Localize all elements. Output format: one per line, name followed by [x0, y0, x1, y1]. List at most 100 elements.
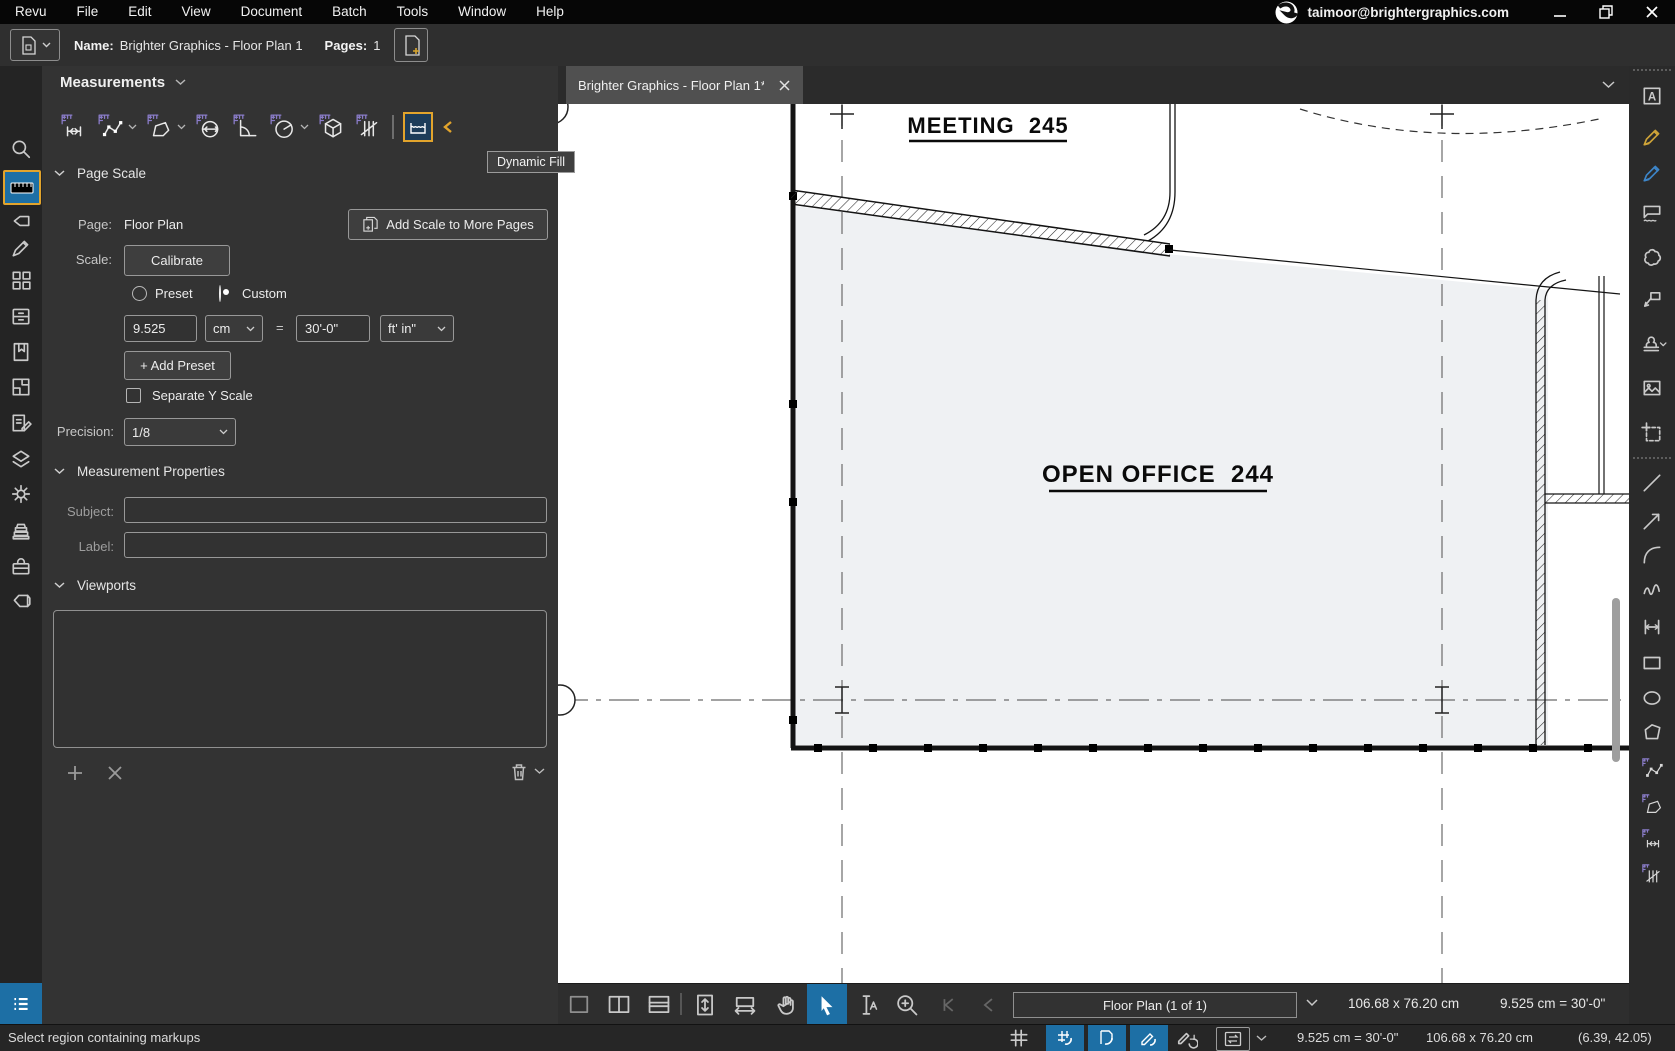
scale-from-input[interactable]	[124, 315, 197, 342]
measurement-properties-section-header[interactable]: Measurement Properties	[54, 464, 225, 479]
ellipse-tool-icon[interactable]	[1641, 687, 1663, 709]
custom-radio-label[interactable]: Custom	[242, 286, 287, 301]
angle-tool-icon[interactable]	[232, 113, 260, 141]
snap-to-content-toggle[interactable]	[1088, 1025, 1126, 1051]
split-vertical-icon[interactable]	[606, 992, 632, 1018]
label-input[interactable]	[124, 532, 547, 558]
grid-toggle-icon[interactable]	[1008, 1027, 1030, 1049]
area-tool-icon[interactable]	[146, 113, 174, 141]
menu-help[interactable]: Help	[521, 0, 579, 24]
delete-options-chevron-icon[interactable]	[534, 768, 545, 775]
viewports-list[interactable]	[53, 610, 547, 748]
image-tool-icon[interactable]	[1641, 377, 1663, 399]
viewports-section-header[interactable]: Viewports	[54, 578, 136, 593]
tool-chest-tab-icon[interactable]	[10, 519, 32, 541]
split-horizontal-icon[interactable]	[646, 992, 672, 1018]
thumbnails-tab-icon[interactable]	[10, 269, 32, 291]
pan-hand-icon[interactable]	[774, 992, 800, 1018]
sets-tab-icon[interactable]	[10, 591, 32, 613]
swap-options-chevron-icon[interactable]	[1256, 1035, 1267, 1042]
zoom-tool-icon[interactable]	[894, 992, 920, 1018]
layers-tab-icon[interactable]	[10, 448, 32, 470]
preset-radio-label[interactable]: Preset	[155, 286, 193, 301]
snap-to-grid-toggle[interactable]	[1046, 1025, 1084, 1051]
count-measure-icon[interactable]	[1641, 863, 1663, 885]
dimension-tool-icon[interactable]	[1641, 616, 1663, 638]
markup-tools-icon[interactable]	[10, 237, 32, 259]
menu-edit[interactable]: Edit	[113, 0, 166, 24]
page-scale-section-header[interactable]: Page Scale	[54, 166, 146, 181]
polylength-dropdown-chevron-icon[interactable]	[128, 124, 137, 130]
pen-tool-blue-icon[interactable]	[1641, 162, 1663, 184]
separate-y-scale-checkbox[interactable]	[126, 388, 141, 403]
select-text-icon[interactable]	[854, 992, 880, 1018]
menu-revu[interactable]: Revu	[0, 0, 62, 24]
collapse-toolbar-icon[interactable]	[442, 120, 454, 134]
properties-tab-icon[interactable]	[10, 210, 32, 232]
document-selector-button[interactable]	[10, 29, 60, 61]
markups-list-tab-icon[interactable]	[10, 412, 32, 434]
measurements-panel-tab[interactable]	[3, 170, 41, 205]
close-tab-icon[interactable]	[778, 79, 791, 92]
account-email[interactable]: taimoor@brightergraphics.com	[1308, 5, 1509, 20]
active-document-tab[interactable]: Brighter Graphics - Floor Plan 1*	[566, 66, 803, 104]
add-viewport-button[interactable]	[64, 762, 86, 784]
insert-pages-button[interactable]	[394, 28, 428, 62]
delete-trash-icon[interactable]	[508, 761, 530, 783]
separate-y-scale-label[interactable]: Separate Y Scale	[152, 388, 253, 403]
dynamic-fill-tool-icon[interactable]	[403, 112, 433, 142]
length-measure-icon[interactable]	[1641, 828, 1663, 850]
file-access-tab-icon[interactable]	[10, 305, 32, 327]
menu-document[interactable]: Document	[226, 0, 318, 24]
area-dropdown-chevron-icon[interactable]	[177, 124, 186, 130]
page-selector-chevron-icon[interactable]	[1306, 999, 1318, 1007]
text-box-tool-icon[interactable]: A	[1641, 85, 1663, 107]
subject-input[interactable]	[124, 497, 547, 523]
settings-gear-icon[interactable]	[10, 483, 32, 505]
fit-width-icon[interactable]	[732, 992, 758, 1018]
scale-to-unit-select[interactable]: ft' in"	[380, 315, 454, 342]
page-selector[interactable]: Floor Plan (1 of 1)	[1013, 992, 1297, 1018]
minimize-button[interactable]	[1537, 0, 1583, 24]
arc-tool-icon[interactable]	[1641, 544, 1663, 566]
add-preset-button[interactable]: + Add Preset	[124, 351, 231, 380]
menu-file[interactable]: File	[62, 0, 114, 24]
cloud-tool-icon[interactable]	[1641, 246, 1663, 268]
stamp-tool-icon[interactable]	[1641, 333, 1663, 355]
polyline-tool-icon[interactable]	[1641, 578, 1663, 600]
diameter-tool-icon[interactable]	[195, 113, 223, 141]
add-scale-to-more-pages-button[interactable]: Add Scale to More Pages	[348, 209, 548, 240]
menu-tools[interactable]: Tools	[382, 0, 444, 24]
count-tool-icon[interactable]	[355, 113, 383, 141]
radius-dropdown-chevron-icon[interactable]	[300, 124, 309, 130]
restore-button[interactable]	[1583, 0, 1629, 24]
menu-view[interactable]: View	[167, 0, 226, 24]
single-pane-icon[interactable]	[566, 992, 592, 1018]
precision-select[interactable]: 1/8	[124, 418, 236, 446]
bookmarks-tab-icon[interactable]	[10, 341, 32, 363]
spaces-tab-icon[interactable]	[10, 376, 32, 398]
area-measure-icon[interactable]	[1641, 793, 1663, 815]
panel-menu-chevron-icon[interactable]	[175, 79, 186, 86]
rectangle-tool-icon[interactable]	[1641, 652, 1663, 674]
reuse-tool-icon[interactable]	[1176, 1027, 1198, 1049]
callout-tool-icon[interactable]	[1641, 289, 1663, 311]
custom-radio[interactable]	[219, 285, 221, 302]
menu-batch[interactable]: Batch	[317, 0, 382, 24]
pdf-canvas[interactable]: MEETING 245 OPEN OFFICE 244	[558, 104, 1629, 983]
remove-viewport-button[interactable]	[104, 762, 126, 784]
snapshot-tool-icon[interactable]	[1641, 422, 1663, 444]
search-icon[interactable]	[10, 138, 32, 160]
arrow-tool-icon[interactable]	[1641, 510, 1663, 532]
volume-tool-icon[interactable]	[318, 113, 346, 141]
scale-from-unit-select[interactable]: cm	[205, 315, 263, 342]
markups-list-toggle[interactable]	[0, 983, 42, 1024]
close-window-button[interactable]	[1629, 0, 1675, 24]
length-tool-icon[interactable]	[60, 113, 88, 141]
tab-list-chevron-icon[interactable]	[1602, 81, 1615, 89]
canvas-vertical-scrollbar[interactable]	[1612, 598, 1620, 762]
line-tool-icon[interactable]	[1641, 472, 1663, 494]
pen-tool-gold-icon[interactable]	[1641, 126, 1663, 148]
radius-tool-icon[interactable]	[269, 113, 297, 141]
scale-to-input[interactable]	[296, 315, 370, 342]
